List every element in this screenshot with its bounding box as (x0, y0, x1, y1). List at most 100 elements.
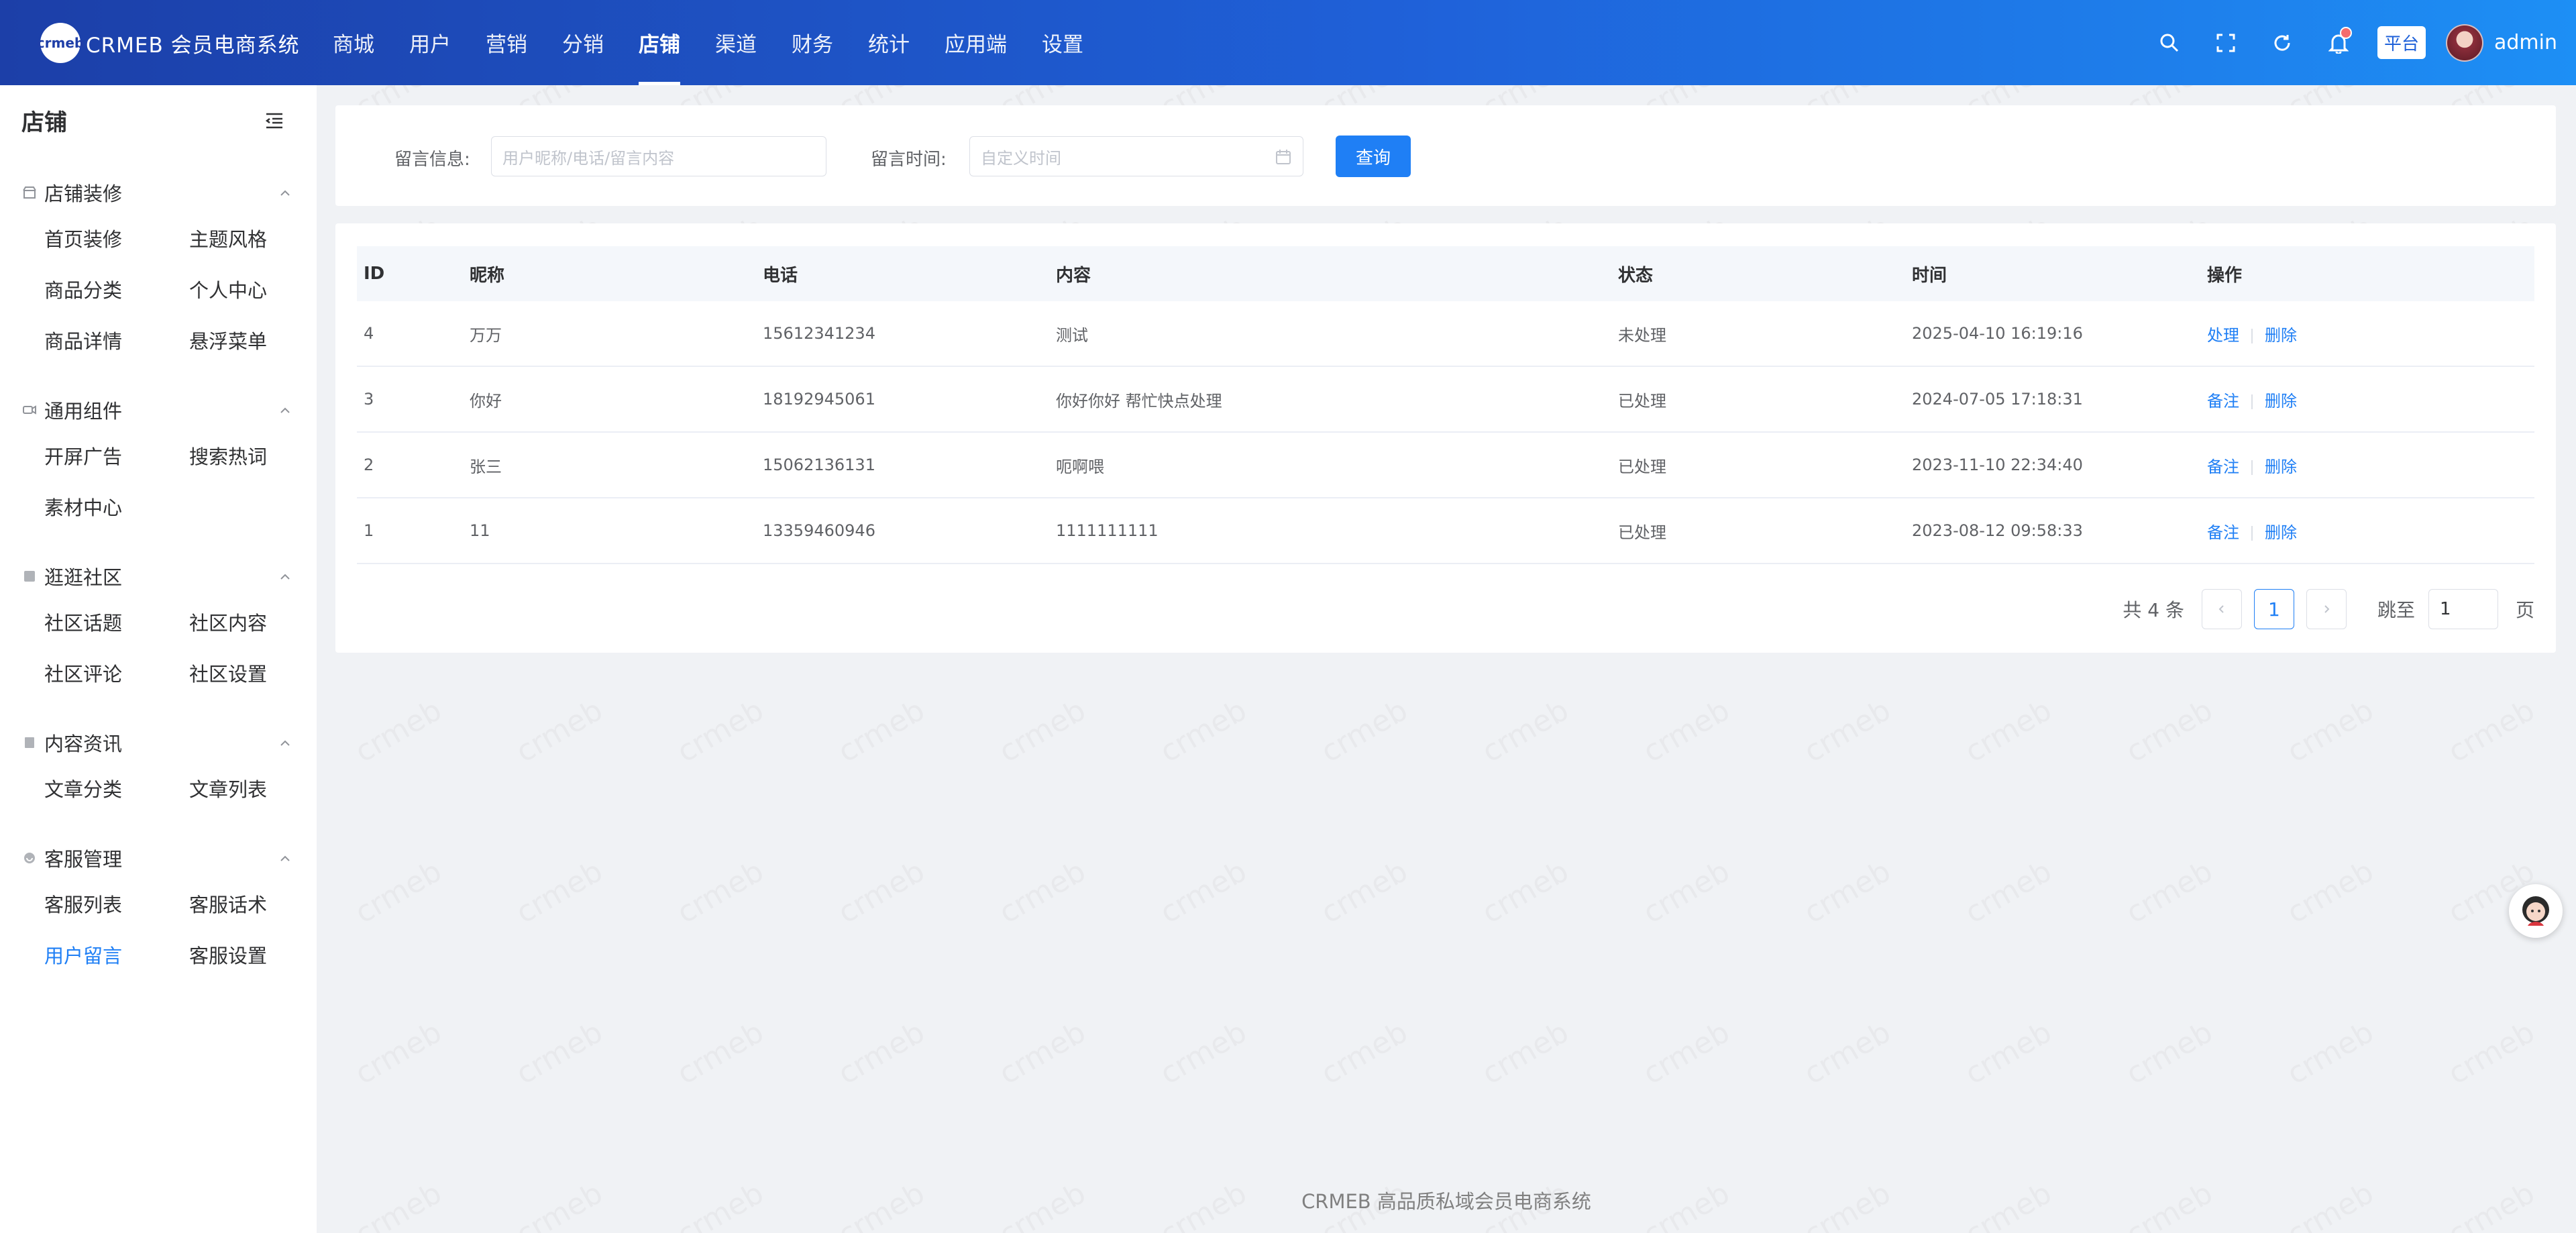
message-search-input[interactable]: 用户昵称/电话/留言内容 (491, 136, 826, 176)
sidebar-item-home-decor[interactable]: 首页装修 (44, 213, 189, 264)
username[interactable]: admin (2494, 31, 2557, 54)
delete-link[interactable]: 删除 (2265, 458, 2297, 476)
menu-collapse-icon[interactable] (264, 111, 284, 131)
search-icon[interactable] (2155, 28, 2184, 58)
sidebar-item-service-settings[interactable]: 客服设置 (189, 929, 334, 980)
cell-id: 1 (364, 521, 374, 540)
cell-nickname: 张三 (470, 457, 502, 476)
page-number-button[interactable]: 1 (2253, 589, 2294, 629)
avatar[interactable] (2446, 23, 2483, 62)
prev-page-button[interactable] (2201, 589, 2242, 629)
cell-status: 已处理 (1618, 391, 1666, 411)
nav-item-statistics[interactable]: 统计 (851, 0, 927, 85)
query-button[interactable]: 查询 (1336, 136, 1411, 177)
nav-label: 营销 (486, 33, 527, 57)
sidebar-item-splash-ad[interactable]: 开屏广告 (44, 430, 189, 481)
jump-label: 跳至 (2377, 599, 2415, 621)
remark-link[interactable]: 备注 (2207, 458, 2239, 476)
action-divider (2251, 525, 2253, 541)
header-tools: 平台 admin (2141, 0, 2557, 85)
nav-item-app[interactable]: 应用端 (927, 0, 1024, 85)
sidebar-item-hot-search[interactable]: 搜索热词 (189, 430, 334, 481)
cell-time: 2024-07-05 17:18:31 (1912, 390, 2083, 409)
sidebar-item-article-category[interactable]: 文章分类 (44, 763, 189, 814)
cell-phone: 18192945061 (763, 390, 875, 409)
page-suffix: 页 (2515, 599, 2534, 621)
jump-page-input[interactable]: 1 (2428, 589, 2498, 629)
sidebar-group-head[interactable]: 内容资讯 (0, 722, 317, 763)
sidebar-title: 店铺 (21, 109, 67, 136)
sidebar-item-service-list[interactable]: 客服列表 (44, 878, 189, 929)
process-link[interactable]: 处理 (2207, 326, 2239, 345)
nav-item-settings[interactable]: 设置 (1024, 0, 1101, 85)
nav-item-mall[interactable]: 商城 (315, 0, 392, 85)
table-row: 2 张三 15062136131 呃啊喂 已处理 2023-11-10 22:3… (357, 433, 2534, 498)
nav-label: 店铺 (639, 33, 680, 57)
cell-status: 已处理 (1618, 523, 1666, 542)
nav-label: 应用端 (945, 33, 1007, 57)
logo[interactable]: crmeb CRMEB 会员电商系统 (37, 23, 300, 63)
nav-item-distribution[interactable]: 分销 (545, 0, 621, 85)
customer-service-float-button[interactable] (2509, 884, 2563, 938)
remark-link[interactable]: 备注 (2207, 392, 2239, 411)
platform-tag[interactable]: 平台 (2377, 26, 2426, 59)
cell-time: 2023-08-12 09:58:33 (1912, 521, 2083, 540)
cell-actions: 备注 删除 (2200, 388, 2534, 411)
nav-item-finance[interactable]: 财务 (774, 0, 851, 85)
cell-phone: 13359460946 (763, 521, 875, 540)
message-table: ID 昵称 电话 内容 状态 时间 操作 4 万万 15612341234 测试… (357, 246, 2534, 564)
sidebar-item-theme[interactable]: 主题风格 (189, 213, 334, 264)
refresh-icon[interactable] (2267, 28, 2297, 58)
nav-label: 用户 (409, 33, 451, 57)
action-divider (2251, 328, 2253, 343)
action-divider (2251, 460, 2253, 475)
sidebar-item-personal-center[interactable]: 个人中心 (189, 264, 334, 315)
cell-nickname: 11 (470, 521, 490, 540)
delete-link[interactable]: 删除 (2265, 523, 2297, 542)
sidebar-group-head[interactable]: 客服管理 (0, 838, 317, 878)
sidebar-group-customer-service: 客服管理 客服列表 客服话术 用户留言 客服设置 (0, 838, 317, 980)
sidebar-item-float-menu[interactable]: 悬浮菜单 (189, 315, 334, 366)
logo-mark: crmeb (37, 23, 84, 63)
nav-item-channel[interactable]: 渠道 (698, 0, 774, 85)
cell-actions: 处理 删除 (2200, 322, 2534, 345)
column-header-content: 内容 (1056, 265, 1091, 286)
action-divider (2251, 394, 2253, 409)
sidebar-group-head[interactable]: 通用组件 (0, 390, 317, 430)
chevron-up-icon (280, 190, 290, 196)
sidebar-item-materials[interactable]: 素材中心 (44, 481, 189, 532)
top-nav: 商城 用户 营销 分销 店铺 渠道 财务 统计 应用端 设置 (315, 0, 1101, 85)
cell-content: 1111111111 (1056, 521, 1159, 540)
cell-actions: 备注 删除 (2200, 519, 2534, 543)
remark-link[interactable]: 备注 (2207, 523, 2239, 542)
sidebar-group-label: 逛逛社区 (44, 566, 123, 589)
table-row: 1 11 13359460946 1111111111 已处理 2023-08-… (357, 498, 2534, 564)
nav-item-marketing[interactable]: 营销 (468, 0, 545, 85)
nav-item-store[interactable]: 店铺 (621, 0, 698, 85)
time-label: 留言时间: (871, 150, 947, 170)
sidebar-item-service-phrases[interactable]: 客服话术 (189, 878, 334, 929)
fullscreen-icon[interactable] (2211, 28, 2241, 58)
sidebar-item-product-detail[interactable]: 商品详情 (44, 315, 189, 366)
chevron-up-icon (280, 740, 290, 746)
sidebar-group-head[interactable]: 逛逛社区 (0, 556, 317, 596)
footer-text: CRMEB 高品质私域会员电商系统 (1301, 1190, 1591, 1213)
store-icon (21, 184, 38, 201)
bell-icon[interactable] (2324, 26, 2353, 58)
sidebar-item-community-topic[interactable]: 社区话题 (44, 596, 189, 647)
delete-link[interactable]: 删除 (2265, 326, 2297, 345)
community-icon (21, 568, 38, 584)
next-page-button[interactable] (2306, 589, 2347, 629)
nav-item-user[interactable]: 用户 (392, 0, 468, 85)
cell-content: 你好你好 帮忙快点处理 (1056, 391, 1222, 411)
sidebar-item-product-category[interactable]: 商品分类 (44, 264, 189, 315)
sidebar-item-community-content[interactable]: 社区内容 (189, 596, 334, 647)
sidebar-item-community-settings[interactable]: 社区设置 (189, 647, 334, 698)
sidebar-item-article-list[interactable]: 文章列表 (189, 763, 334, 814)
sidebar-group-head[interactable]: 店铺装修 (0, 172, 317, 213)
sidebar-group-label: 客服管理 (44, 848, 123, 871)
delete-link[interactable]: 删除 (2265, 392, 2297, 411)
sidebar-item-community-comment[interactable]: 社区评论 (44, 647, 189, 698)
date-range-input[interactable]: 自定义时间 (969, 136, 1303, 176)
sidebar-item-user-messages[interactable]: 用户留言 (44, 929, 189, 980)
